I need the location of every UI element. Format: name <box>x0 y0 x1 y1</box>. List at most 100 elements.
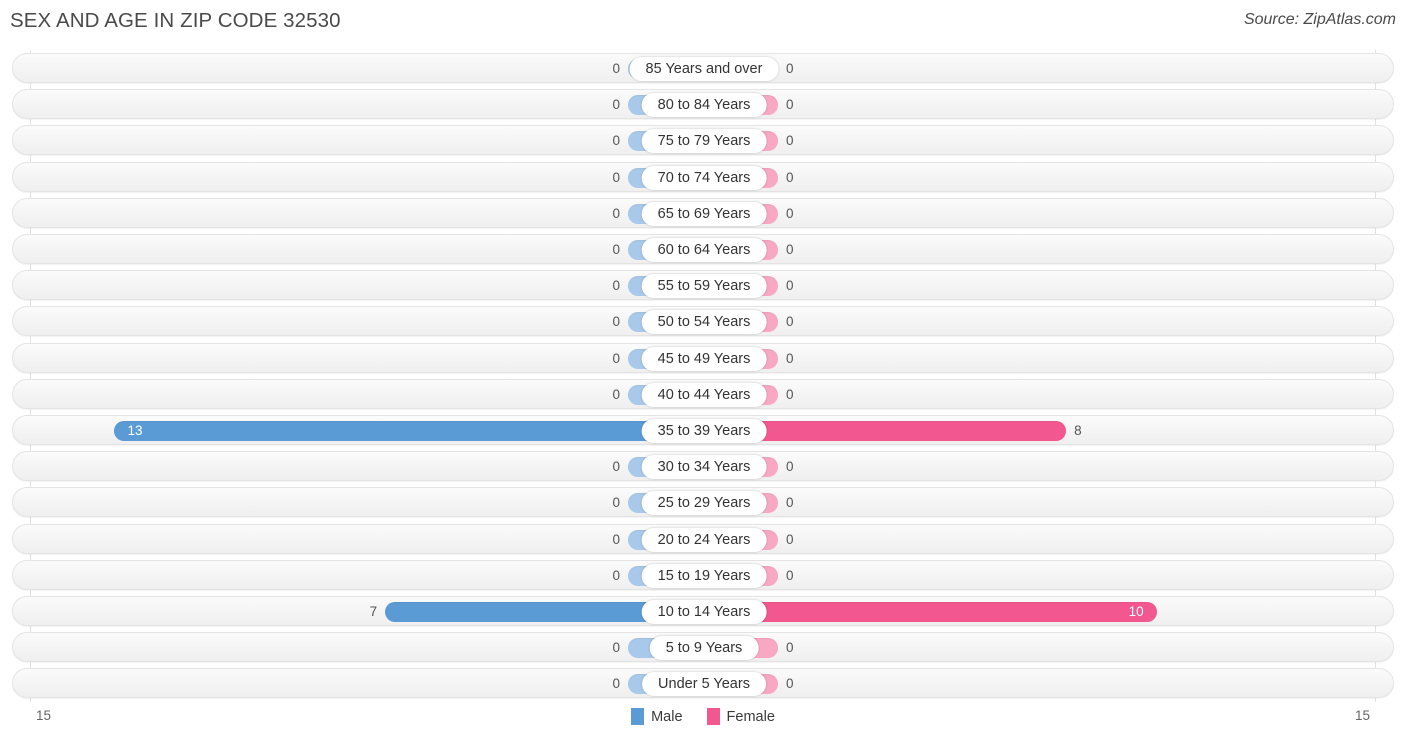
row-bars: 0 0 20 to 24 Years <box>13 525 1393 553</box>
row-bars: 0 0 45 to 49 Years <box>13 344 1393 372</box>
source-attribution: Source: ZipAtlas.com <box>1243 11 1396 28</box>
value-label-female: 0 <box>786 205 794 221</box>
age-group-label: 50 to 54 Years <box>641 310 767 335</box>
table-row[interactable]: 13835 to 39 Years <box>12 415 1394 445</box>
age-group-label: 10 to 14 Years <box>641 600 767 624</box>
table-row[interactable]: 0 0 Under 5 Years <box>12 668 1394 699</box>
row-bars: 0 0 15 to 19 Years <box>13 561 1393 589</box>
age-group-label: 65 to 69 Years <box>641 201 767 226</box>
row-bars: 7 10 10 to 14 Years <box>13 597 1393 625</box>
value-label-female: 0 <box>786 350 794 366</box>
value-label-female: 0 <box>786 459 794 475</box>
row-bars: 0 0 50 to 54 Years <box>13 307 1393 335</box>
bar-female <box>704 602 1157 622</box>
value-label-male: 0 <box>612 459 620 475</box>
legend-swatch-female-icon <box>706 708 720 725</box>
table-row[interactable]: 0 0 75 to 79 Years <box>12 125 1394 156</box>
table-row[interactable]: 0 0 80 to 84 Years <box>12 89 1394 120</box>
value-label-female: 0 <box>786 567 794 583</box>
value-label-female: 0 <box>786 314 794 330</box>
age-group-label: 20 to 24 Years <box>641 527 767 552</box>
table-row[interactable]: 0 0 5 to 9 Years <box>12 632 1394 663</box>
value-label-female: 0 <box>786 169 794 185</box>
value-label-female: 10 <box>1128 604 1144 619</box>
value-label-male: 0 <box>612 314 620 330</box>
value-label-male: 7 <box>369 604 378 619</box>
chart-plot-area: 0 0 85 Years and over 0 0 80 to 84 Years 0 0 75 … <box>0 50 1406 702</box>
value-label-male: 0 <box>612 640 620 656</box>
age-group-label: 40 to 44 Years <box>641 382 767 407</box>
bar-male <box>113 421 702 441</box>
legend-item-male[interactable]: Male <box>631 708 683 725</box>
row-bars: 0 0 Under 5 Years <box>13 669 1393 697</box>
row-bars: 0 0 60 to 64 Years <box>13 235 1393 263</box>
table-row[interactable]: 0 0 65 to 69 Years <box>12 197 1394 228</box>
value-label-male: 0 <box>612 531 620 547</box>
value-label-female: 0 <box>786 640 794 656</box>
value-label-female: 0 <box>786 386 794 402</box>
value-label-female: 0 <box>786 531 794 547</box>
row-bars: 0 0 85 Years and over <box>13 54 1393 82</box>
age-group-label: Under 5 Years <box>642 672 766 697</box>
table-row[interactable]: 0 0 60 to 64 Years <box>12 234 1394 264</box>
table-row[interactable]: 0 0 50 to 54 Years <box>12 306 1394 337</box>
chart-header: SEX AND AGE IN ZIP CODE 32530 Source: Zi… <box>0 0 1406 46</box>
row-bars: 0 0 70 to 74 Years <box>13 163 1393 191</box>
page-title: SEX AND AGE IN ZIP CODE 32530 <box>10 9 341 32</box>
age-group-label: 60 to 64 Years <box>641 238 767 262</box>
table-row[interactable]: 0 0 70 to 74 Years <box>12 161 1394 192</box>
row-bars: 0 0 75 to 79 Years <box>13 126 1393 154</box>
value-label-female: 0 <box>786 242 794 257</box>
age-group-label: 35 to 39 Years <box>641 419 767 443</box>
chart-footer: 15 15 Male Female <box>0 702 1406 740</box>
value-label-female: 0 <box>786 495 794 511</box>
age-group-label: 15 to 19 Years <box>641 563 767 588</box>
value-label-male: 0 <box>612 676 620 692</box>
value-label-male: 0 <box>612 97 620 113</box>
age-group-label: 70 to 74 Years <box>641 165 767 190</box>
age-group-label: 5 to 9 Years <box>649 636 759 661</box>
row-bars: 0 0 25 to 29 Years <box>13 488 1393 516</box>
value-label-male: 0 <box>612 133 620 149</box>
age-group-label: 75 to 79 Years <box>641 129 767 154</box>
table-row[interactable]: 0 0 85 Years and over <box>12 53 1394 83</box>
value-label-male: 0 <box>612 567 620 583</box>
age-group-label: 85 Years and over <box>629 57 779 81</box>
legend-item-female[interactable]: Female <box>706 708 775 725</box>
value-label-male: 0 <box>612 205 620 221</box>
value-label-female: 0 <box>786 278 794 294</box>
value-label-male: 0 <box>612 278 620 294</box>
table-row[interactable]: 0 0 55 to 59 Years <box>12 270 1394 301</box>
table-row[interactable]: 0 0 45 to 49 Years <box>12 342 1394 373</box>
value-label-female: 0 <box>786 61 794 76</box>
value-label-male: 0 <box>612 495 620 511</box>
row-bars: 0 0 80 to 84 Years <box>13 90 1393 118</box>
table-row[interactable]: 7 10 10 to 14 Years <box>12 596 1394 626</box>
value-label-female: 0 <box>786 97 794 113</box>
value-label-male: 0 <box>612 242 620 257</box>
table-row[interactable]: 0 0 40 to 44 Years <box>12 378 1394 409</box>
chart-legend: Male Female <box>0 708 1406 725</box>
legend-label-female: Female <box>726 708 775 725</box>
value-label-female: 8 <box>1074 423 1082 438</box>
table-row[interactable]: 0 0 25 to 29 Years <box>12 487 1394 518</box>
value-label-male: 0 <box>612 386 620 402</box>
table-row[interactable]: 0 0 30 to 34 Years <box>12 451 1394 482</box>
value-label-male: 0 <box>612 350 620 366</box>
table-row[interactable]: 0 0 20 to 24 Years <box>12 523 1394 554</box>
row-bars: 13835 to 39 Years <box>13 416 1393 444</box>
row-bars: 0 0 40 to 44 Years <box>13 380 1393 408</box>
row-bars: 0 0 5 to 9 Years <box>13 633 1393 661</box>
value-label-male: 0 <box>612 61 620 76</box>
age-group-label: 30 to 34 Years <box>641 455 767 480</box>
age-group-label: 55 to 59 Years <box>641 274 767 299</box>
age-group-label: 80 to 84 Years <box>641 93 767 118</box>
age-group-label: 45 to 49 Years <box>641 346 767 371</box>
row-bars: 0 0 55 to 59 Years <box>13 271 1393 299</box>
legend-swatch-male-icon <box>631 708 645 725</box>
value-label-male: 0 <box>612 169 620 185</box>
value-label-female: 0 <box>786 676 794 692</box>
legend-label-male: Male <box>651 708 683 725</box>
table-row[interactable]: 0 0 15 to 19 Years <box>12 559 1394 590</box>
row-bars: 0 0 30 to 34 Years <box>13 452 1393 480</box>
